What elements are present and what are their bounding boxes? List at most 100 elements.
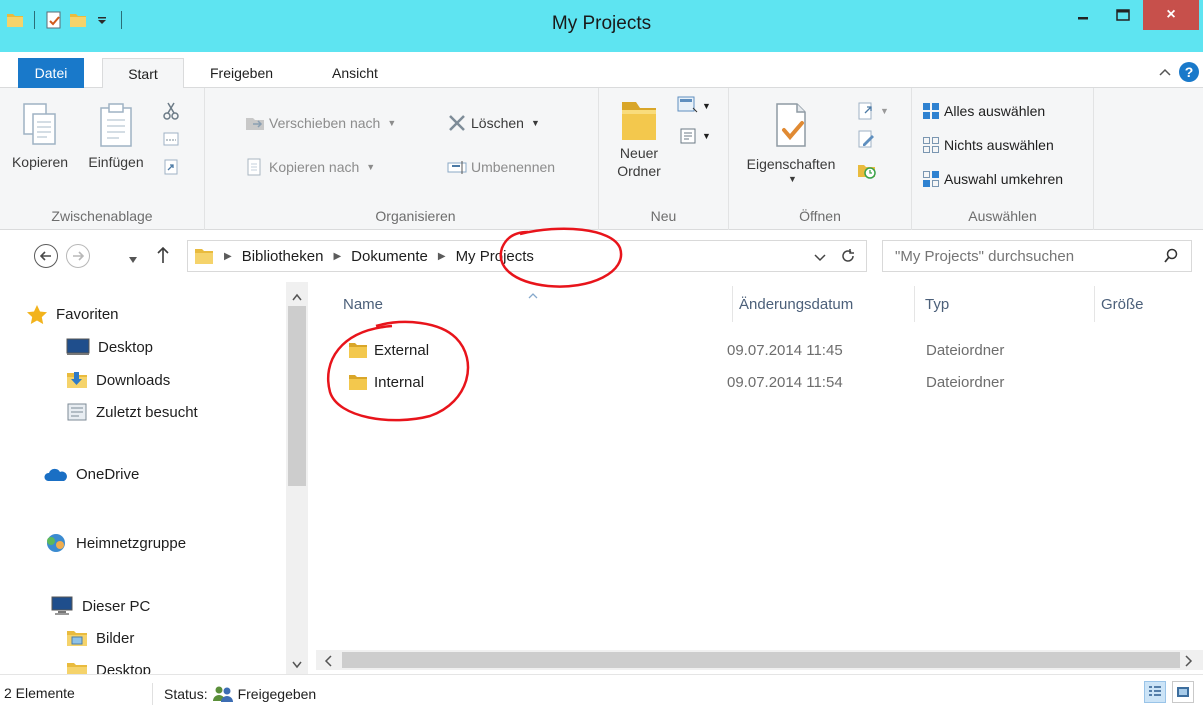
chevron-down-icon: ▼ bbox=[880, 106, 889, 116]
column-header-type[interactable]: Typ bbox=[925, 296, 949, 313]
column-header-size[interactable]: Größe bbox=[1101, 296, 1144, 313]
rename-button[interactable]: Umbenennen bbox=[447, 158, 555, 176]
tab-start[interactable]: Start bbox=[102, 58, 184, 89]
ribbon-tabs: Datei Start Freigeben Ansicht ? bbox=[0, 52, 1203, 89]
file-list: Name Änderungsdatum Typ Größe External 0… bbox=[316, 282, 1203, 674]
properties-label: Eigenschaften bbox=[746, 156, 836, 172]
easy-access-button[interactable]: ▼ bbox=[677, 126, 711, 146]
tab-freigeben[interactable]: Freigeben bbox=[196, 58, 287, 88]
column-divider[interactable] bbox=[914, 286, 915, 322]
nav-item-onedrive[interactable]: OneDrive bbox=[44, 466, 139, 483]
new-item-button[interactable]: ▼ bbox=[677, 96, 711, 116]
nav-scroll-thumb[interactable] bbox=[288, 306, 306, 486]
table-row[interactable]: External 09.07.2014 11:45 Dateiordner bbox=[316, 336, 1203, 366]
group-organisieren: Verschieben nach ▼ Kopieren nach ▼ Löschen… bbox=[233, 88, 599, 230]
scroll-right-icon[interactable] bbox=[1185, 654, 1193, 670]
chevron-down-icon: ▼ bbox=[387, 118, 397, 128]
breadcrumb-item-current[interactable]: My Projects bbox=[456, 248, 534, 265]
file-date: 09.07.2014 11:54 bbox=[727, 374, 843, 391]
content-scroll-thumb[interactable] bbox=[342, 652, 1180, 668]
select-none-label: Nichts auswählen bbox=[944, 137, 1054, 153]
nav-item-dieser-pc[interactable]: Dieser PC bbox=[50, 596, 150, 616]
address-bar[interactable]: ▶ Bibliotheken ▶ Dokumente ▶ My Projects bbox=[187, 240, 867, 272]
rename-icon bbox=[447, 161, 467, 174]
move-to-button[interactable]: Verschieben nach ▼ bbox=[245, 114, 396, 132]
delete-label: Löschen bbox=[471, 115, 524, 131]
edit-button[interactable] bbox=[857, 130, 889, 151]
table-row[interactable]: Internal 09.07.2014 11:54 Dateiordner bbox=[316, 368, 1203, 398]
sort-ascending-icon bbox=[528, 286, 538, 302]
ribbon: Kopieren Einfügen Zwischenablage Verschi… bbox=[0, 88, 1203, 230]
new-folder-button[interactable]: Neuer Ordner bbox=[609, 96, 669, 180]
breadcrumb-item[interactable]: Dokumente bbox=[351, 248, 428, 265]
copy-to-button[interactable]: Kopieren nach ▼ bbox=[245, 158, 375, 176]
column-divider[interactable] bbox=[1094, 286, 1095, 322]
select-none-button[interactable]: Nichts auswählen bbox=[922, 136, 1054, 154]
search-icon[interactable] bbox=[1163, 248, 1179, 267]
status-divider bbox=[152, 683, 153, 705]
invert-selection-button[interactable]: Auswahl umkehren bbox=[922, 170, 1063, 188]
nav-item-heimnetzgruppe[interactable]: Heimnetzgruppe bbox=[44, 532, 186, 554]
minimize-button[interactable] bbox=[1063, 0, 1103, 30]
scroll-up-icon[interactable] bbox=[292, 288, 302, 304]
address-dropdown-icon[interactable] bbox=[814, 250, 826, 266]
chevron-down-icon: ▼ bbox=[530, 118, 540, 128]
up-arrow-icon[interactable] bbox=[157, 246, 169, 267]
content-hscrollbar[interactable] bbox=[316, 650, 1203, 670]
delete-button[interactable]: Löschen ▼ bbox=[447, 114, 540, 132]
nav-scrollbar[interactable] bbox=[286, 282, 308, 674]
cut-icon[interactable] bbox=[162, 102, 180, 120]
paste-shortcut-icon[interactable] bbox=[162, 158, 180, 176]
breadcrumb-separator-icon[interactable]: ▶ bbox=[224, 251, 232, 262]
nav-item-zuletzt-besucht[interactable]: Zuletzt besucht bbox=[66, 402, 198, 422]
nav-item-bilder[interactable]: Bilder bbox=[66, 628, 134, 648]
collapse-ribbon-icon[interactable] bbox=[1159, 64, 1171, 80]
nav-label: Favoriten bbox=[56, 305, 119, 323]
group-label-zwischenablage: Zwischenablage bbox=[51, 208, 153, 224]
group-label-oeffnen: Öffnen bbox=[799, 208, 841, 224]
copy-path-icon[interactable] bbox=[162, 130, 180, 148]
close-button[interactable]: × bbox=[1143, 0, 1199, 30]
properties-icon bbox=[776, 103, 806, 147]
nav-label: Desktop bbox=[96, 661, 152, 675]
breadcrumb-separator-icon[interactable]: ▶ bbox=[333, 251, 341, 262]
close-icon: × bbox=[1166, 6, 1176, 23]
column-header-name[interactable]: Name bbox=[343, 296, 383, 313]
tab-ansicht[interactable]: Ansicht bbox=[318, 58, 392, 88]
forward-button[interactable] bbox=[66, 244, 90, 268]
nav-label: Downloads bbox=[96, 371, 171, 389]
recent-locations-icon[interactable] bbox=[128, 251, 138, 267]
open-small-tools: ▼ bbox=[857, 102, 889, 182]
breadcrumb-item[interactable]: Bibliotheken bbox=[242, 248, 324, 265]
nav-item-downloads[interactable]: Downloads bbox=[66, 370, 170, 390]
help-icon[interactable]: ? bbox=[1179, 62, 1199, 82]
column-divider[interactable] bbox=[732, 286, 733, 322]
maximize-button[interactable] bbox=[1103, 0, 1143, 30]
search-input[interactable] bbox=[895, 247, 1145, 265]
nav-item-favoriten[interactable]: Favoriten bbox=[26, 304, 119, 324]
history-button[interactable] bbox=[857, 161, 889, 182]
refresh-icon[interactable] bbox=[840, 248, 856, 267]
scroll-left-icon[interactable] bbox=[324, 654, 332, 670]
back-button[interactable] bbox=[34, 244, 58, 268]
tab-datei[interactable]: Datei bbox=[18, 58, 84, 88]
group-oeffnen: Eigenschaften ▼ ▼ Öffnen bbox=[729, 88, 912, 230]
recent-places-icon bbox=[67, 403, 87, 421]
group-zwischenablage: Kopieren Einfügen Zwischenablage bbox=[0, 88, 205, 230]
group-label-auswaehlen: Auswählen bbox=[968, 208, 1037, 224]
nav-item-desktop[interactable]: Desktop bbox=[66, 338, 153, 356]
edit-icon bbox=[858, 130, 874, 148]
breadcrumb-separator-icon[interactable]: ▶ bbox=[438, 251, 446, 262]
scroll-down-icon[interactable] bbox=[292, 656, 302, 672]
large-icons-view-button[interactable] bbox=[1172, 681, 1194, 703]
details-view-button[interactable] bbox=[1144, 681, 1166, 703]
column-header-date[interactable]: Änderungsdatum bbox=[739, 296, 853, 313]
nav-item-desktop-pc[interactable]: Desktop bbox=[66, 660, 151, 674]
open-button[interactable]: ▼ bbox=[857, 102, 889, 120]
file-type: Dateiordner bbox=[926, 374, 1005, 391]
copy-button[interactable]: Kopieren bbox=[8, 102, 72, 170]
properties-button[interactable]: Eigenschaften ▼ bbox=[735, 102, 847, 184]
select-all-button[interactable]: Alles auswählen bbox=[922, 102, 1045, 120]
copy-to-icon bbox=[247, 158, 261, 176]
paste-button[interactable]: Einfügen bbox=[80, 102, 152, 170]
